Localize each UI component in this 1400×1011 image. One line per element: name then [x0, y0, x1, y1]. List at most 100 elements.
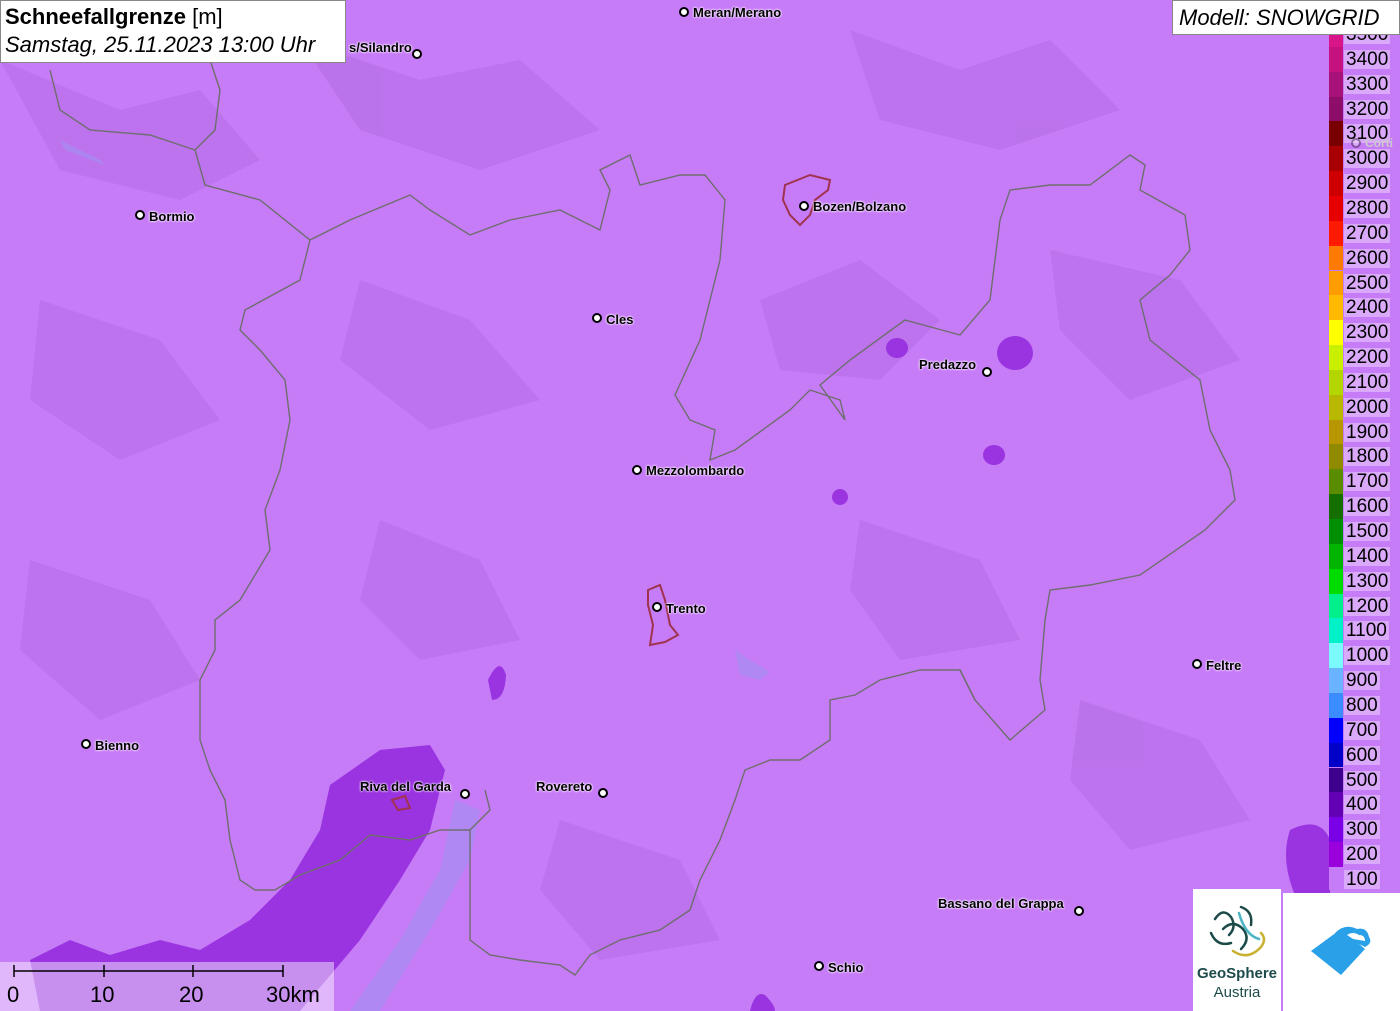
- city-label: Mezzolombardo: [646, 463, 745, 478]
- city-dot: [632, 465, 642, 475]
- legend-label: 2200: [1344, 347, 1391, 369]
- legend-label: 2600: [1344, 247, 1391, 269]
- city-dot: [799, 201, 809, 211]
- legend-label: 1900: [1344, 421, 1391, 443]
- legend-swatch: [1329, 345, 1343, 370]
- city-dot: [1074, 906, 1084, 916]
- legend-swatch: [1329, 692, 1343, 718]
- legend-swatch: [1329, 245, 1343, 271]
- legend-label: 800: [1344, 694, 1380, 716]
- scale-label-20: 20: [179, 982, 204, 1007]
- city-label: Bienno: [95, 738, 140, 753]
- city-dot: [81, 739, 91, 749]
- legend-label: 900: [1344, 670, 1380, 692]
- city-label: Riva del Garda: [360, 779, 452, 794]
- map-datetime: Samstag, 25.11.2023 13:00 Uhr: [5, 32, 316, 57]
- city-label: Feltre: [1206, 658, 1242, 673]
- city-dot: [1351, 138, 1361, 148]
- legend-swatch: [1329, 46, 1343, 72]
- legend-swatch: [1329, 866, 1343, 890]
- legend-label: 2900: [1344, 173, 1391, 195]
- legend-label: 1000: [1344, 645, 1391, 667]
- legend-swatch: [1329, 593, 1343, 619]
- legend-swatch: [1329, 171, 1343, 196]
- legend-swatch: [1329, 568, 1343, 594]
- legend-label: 3000: [1344, 148, 1391, 170]
- legend-swatch: [1329, 519, 1343, 544]
- legend-swatch: [1329, 643, 1343, 669]
- city-label: Schio: [828, 960, 864, 975]
- legend-swatch: [1329, 717, 1343, 743]
- city-label: Rovereto: [536, 779, 593, 794]
- legend-swatch: [1329, 369, 1343, 395]
- legend-label: 500: [1344, 769, 1380, 791]
- legend-label: 300: [1344, 819, 1380, 841]
- geosphere-mark-icon: [1209, 905, 1266, 957]
- legend-swatch: [1329, 71, 1343, 97]
- legend-label: 400: [1344, 794, 1380, 816]
- legend-label: 3500: [1344, 35, 1391, 44]
- legend-swatch: [1329, 618, 1343, 644]
- snow-house-icon: [1311, 926, 1371, 975]
- map-title: Schneefallgrenze [m]: [5, 4, 223, 29]
- snowgrid-logo: [1283, 893, 1400, 1011]
- legend-label: 1200: [1344, 595, 1391, 617]
- legend-label: 600: [1344, 744, 1380, 766]
- legend-label: 2100: [1344, 371, 1391, 393]
- city-dot: [1192, 659, 1202, 669]
- city-label: Bormio: [149, 209, 195, 224]
- legend-swatch: [1329, 742, 1343, 768]
- scale-label-0: 0: [7, 982, 20, 1007]
- legend-label: 200: [1344, 844, 1380, 866]
- city-label: Corti: [1365, 136, 1393, 150]
- city-dot: [652, 602, 662, 612]
- legend-swatch: [1329, 270, 1343, 296]
- city-dot: [814, 961, 824, 971]
- legend-swatch: [1329, 444, 1343, 470]
- city-label: Cles: [606, 312, 634, 327]
- scale-label-10: 10: [90, 982, 115, 1007]
- legend-swatch: [1329, 494, 1343, 519]
- legend-label: 1500: [1344, 521, 1391, 542]
- geosphere-logo-line2: Austria: [1213, 984, 1261, 1001]
- legend-swatch: [1329, 842, 1343, 867]
- legend-swatch: [1329, 767, 1343, 793]
- geosphere-logo: GeoSphere Austria: [1193, 889, 1281, 1011]
- city-dot: [412, 49, 422, 59]
- map-unit: [m]: [192, 4, 223, 29]
- legend-swatch: [1329, 543, 1343, 569]
- city-dot: [679, 7, 689, 17]
- legend-label: 3300: [1344, 73, 1391, 95]
- legend-label: 700: [1344, 719, 1380, 741]
- legend-label: 3200: [1344, 98, 1391, 120]
- legend-swatch: [1329, 469, 1343, 495]
- map-title-box: Schneefallgrenze [m] Samstag, 25.11.2023…: [0, 0, 346, 63]
- city-label: Bassano del Grappa: [938, 896, 1064, 911]
- city-label: s/Silandro: [349, 40, 412, 55]
- legend-label: 100: [1344, 868, 1380, 890]
- scale-bar: 0 10 20 30km: [0, 962, 334, 1011]
- legend-label: 2400: [1344, 297, 1391, 319]
- city-dot: [135, 210, 145, 220]
- scale-label-30: 30km: [266, 982, 320, 1007]
- city-dot: [592, 313, 602, 323]
- legend-swatch: [1329, 419, 1343, 445]
- legend-swatch: [1329, 195, 1343, 221]
- legend-swatch: [1329, 817, 1343, 843]
- map-canvas[interactable]: [0, 0, 1400, 1011]
- legend-label: 2500: [1344, 272, 1391, 294]
- city-dot: [598, 788, 608, 798]
- legend-swatch: [1329, 295, 1343, 321]
- geosphere-logo-line1: GeoSphere: [1196, 965, 1278, 982]
- legend-swatch: [1329, 320, 1343, 346]
- city-label: Predazzo: [919, 357, 977, 372]
- legend-label: 2800: [1344, 197, 1391, 219]
- color-legend: 3500340033003200310030002900280027002600…: [1329, 35, 1400, 890]
- legend-label: 2700: [1344, 222, 1391, 244]
- city-label: Meran/Merano: [693, 5, 782, 20]
- legend-swatch: [1329, 394, 1343, 420]
- city-label: Bozen/Bolzano: [813, 199, 907, 214]
- legend-label: 1400: [1344, 545, 1391, 567]
- legend-swatch: [1329, 220, 1343, 246]
- legend-label: 1600: [1344, 496, 1391, 518]
